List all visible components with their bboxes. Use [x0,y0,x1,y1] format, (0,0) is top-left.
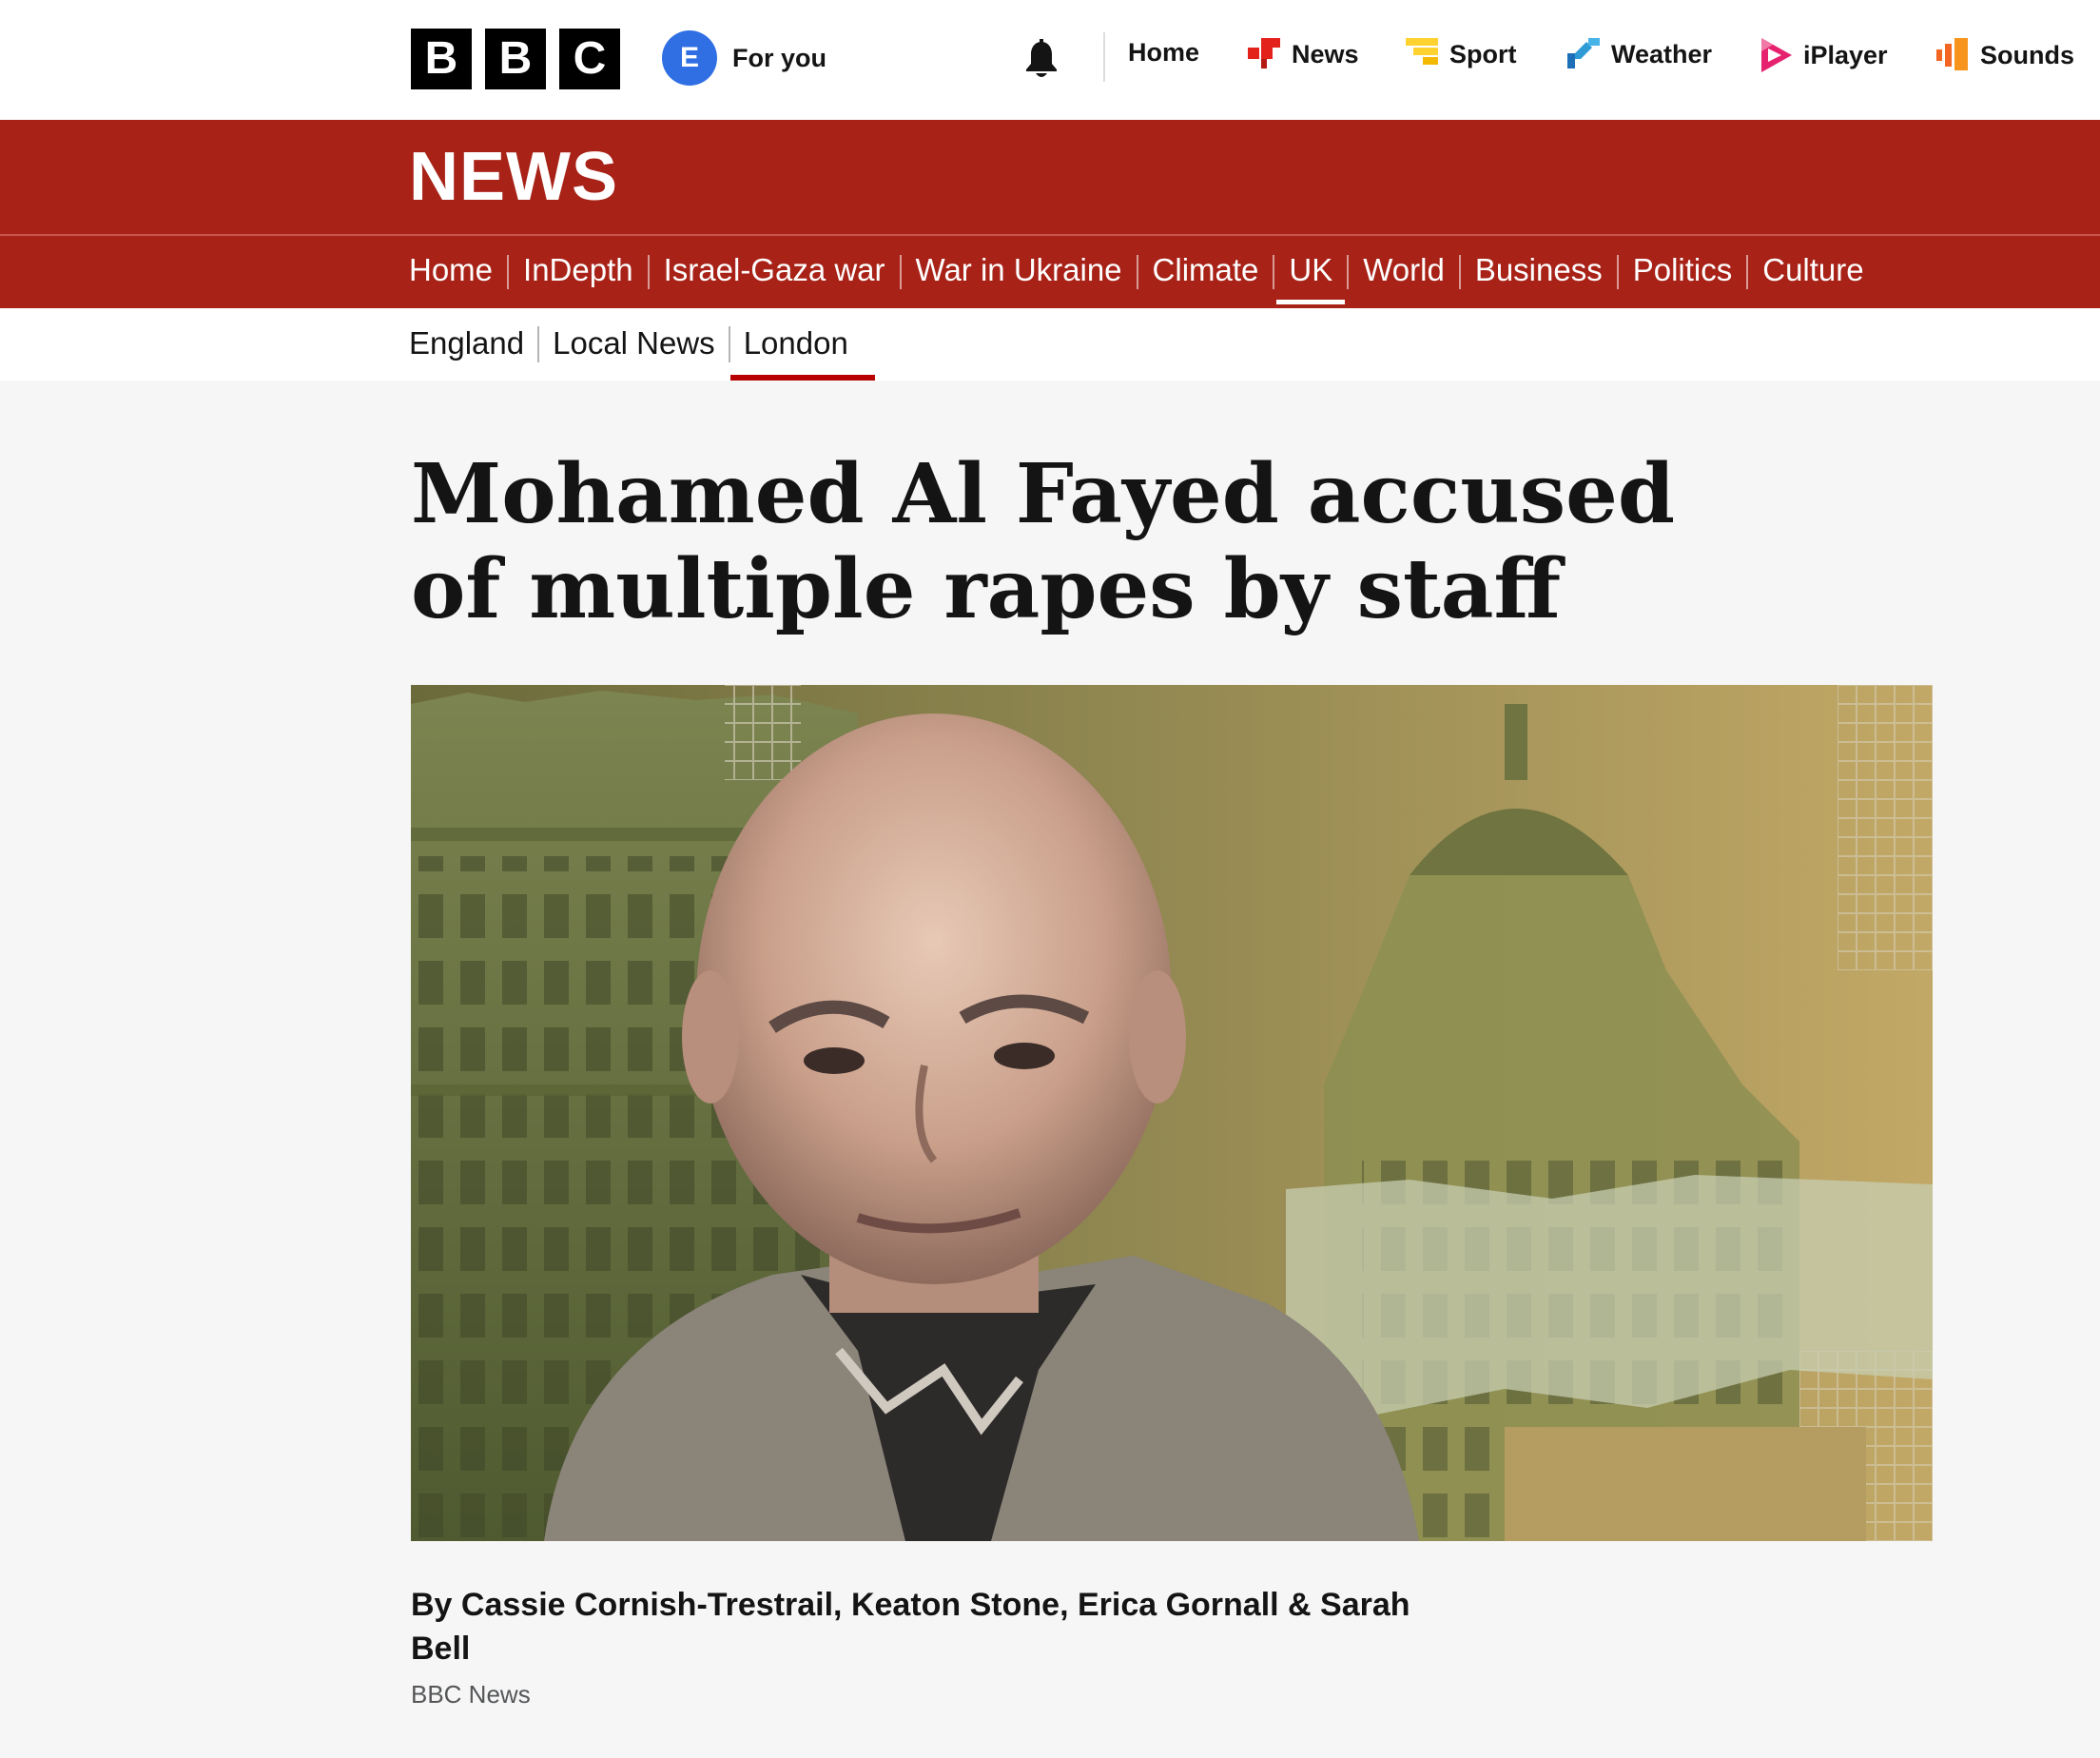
news-icon [1248,38,1280,68]
sub-nav-london[interactable]: London [729,308,875,381]
sub-nav-local-news[interactable]: Local News [539,308,729,381]
bbc-logo-letter-c: C [559,29,620,89]
top-nav-iplayer[interactable]: iPlayer [1761,38,1888,72]
article-headline: Mohamed Al Fayed accused of multiple rap… [411,446,1676,637]
sub-nav-england[interactable]: England [409,308,537,381]
account-button[interactable]: E For you [662,30,826,86]
iplayer-icon [1761,38,1792,72]
section-nav-business[interactable]: Business [1461,236,1617,308]
article-source: BBC News [411,1680,531,1709]
section-nav-politics[interactable]: Politics [1619,236,1747,308]
top-nav-sport[interactable]: Sport [1406,38,1517,70]
weather-icon [1567,38,1600,68]
bbc-logo-letter-b2: B [485,29,546,89]
sport-icon [1406,38,1438,65]
section-nav-israel-gaza-war[interactable]: Israel-Gaza war [650,236,900,308]
sub-nav: England Local News London [0,308,2100,381]
top-nav-home-label: Home [1128,38,1200,67]
sounds-icon [1936,38,1968,70]
top-nav-sounds[interactable]: Sounds [1936,38,2074,72]
hero-portrait-illustration [411,685,1933,1541]
notifications-bell-icon[interactable] [1020,38,1063,82]
section-nav-indepth[interactable]: InDepth [509,236,648,308]
top-nav-weather-label: Weather [1611,39,1713,68]
section-nav-uk[interactable]: UK [1274,236,1347,308]
hero-image [411,685,1933,1541]
bbc-logo[interactable]: B B C [411,29,620,89]
top-nav-news[interactable]: News [1248,38,1359,70]
top-bar: B B C E For you Home News Sport Weather … [0,0,2100,120]
top-nav-iplayer-label: iPlayer [1803,40,1888,69]
section-nav-world[interactable]: World [1349,236,1459,308]
section-nav-home[interactable]: Home [409,236,507,308]
top-divider [1103,32,1105,82]
top-nav-home[interactable]: Home [1128,38,1199,68]
avatar: E [662,30,717,86]
top-nav-weather[interactable]: Weather [1567,38,1712,70]
section-nav-climate[interactable]: Climate [1138,236,1274,308]
news-band: NEWS [0,120,2100,234]
top-nav-news-label: News [1292,39,1359,68]
article-byline: By Cassie Cornish-Trestrail, Keaton Ston… [411,1587,1410,1667]
section-nav-war-in-ukraine[interactable]: War in Ukraine [902,236,1137,308]
top-nav-sport-label: Sport [1449,39,1517,68]
section-nav-culture[interactable]: Culture [1748,236,1877,308]
account-label: For you [732,43,826,72]
bbc-logo-letter-b1: B [411,29,472,89]
section-nav: Home InDepth Israel-Gaza war War in Ukra… [0,236,2100,308]
news-title[interactable]: NEWS [409,139,618,215]
top-nav-sounds-label: Sounds [1980,40,2074,69]
